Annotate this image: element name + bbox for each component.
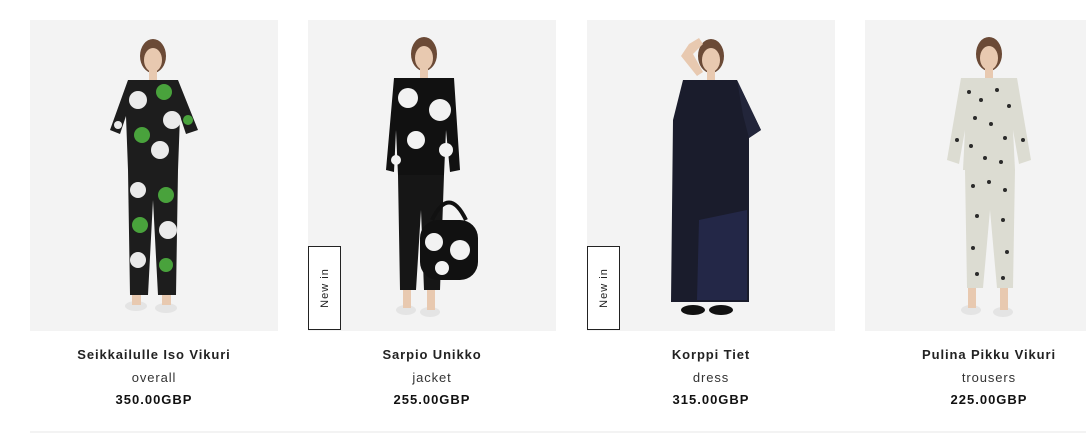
product-type: trousers	[961, 370, 1017, 385]
product-image[interactable]: New in	[308, 20, 556, 331]
product-info: Pulina Pikku Vikuri trousers 225.00GBP	[865, 347, 1086, 407]
product-card-pulina[interactable]: Pulina Pikku Vikuri trousers 225.00GBP	[865, 20, 1086, 407]
product-name[interactable]: Pulina Pikku Vikuri	[865, 347, 1086, 362]
product-card-sarpio[interactable]: New in Sarpio Unikko jacket 255.00GBP	[308, 20, 556, 407]
product-name[interactable]: Korppi Tiet	[587, 347, 835, 362]
product-image[interactable]	[865, 20, 1086, 331]
product-price: 350.00GBP	[115, 392, 193, 407]
badge-label: New in	[318, 268, 331, 308]
product-type: dress	[692, 370, 730, 385]
product-price: 255.00GBP	[393, 392, 471, 407]
product-price: 225.00GBP	[950, 392, 1028, 407]
product-card-seikkailulle[interactable]: Seikkailulle Iso Vikuri overall 350.00GB…	[30, 20, 278, 407]
product-grid: Seikkailulle Iso Vikuri overall 350.00GB…	[0, 0, 1086, 433]
product-info: Korppi Tiet dress 315.00GBP	[587, 347, 835, 407]
product-name[interactable]: Seikkailulle Iso Vikuri	[30, 347, 278, 362]
product-image[interactable]: New in	[587, 20, 835, 331]
product-type: overall	[131, 370, 177, 385]
product-price: 315.00GBP	[672, 392, 750, 407]
product-info: Sarpio Unikko jacket 255.00GBP	[308, 347, 556, 407]
product-info: Seikkailulle Iso Vikuri overall 350.00GB…	[30, 347, 278, 407]
product-card-korppi[interactable]: New in Korppi Tiet dress 315.00GBP	[587, 20, 835, 407]
new-in-badge: New in	[308, 246, 341, 330]
new-in-badge: New in	[587, 246, 620, 330]
product-image[interactable]	[30, 20, 278, 331]
product-type: jacket	[412, 370, 452, 385]
product-name[interactable]: Sarpio Unikko	[308, 347, 556, 362]
badge-label: New in	[597, 268, 610, 308]
